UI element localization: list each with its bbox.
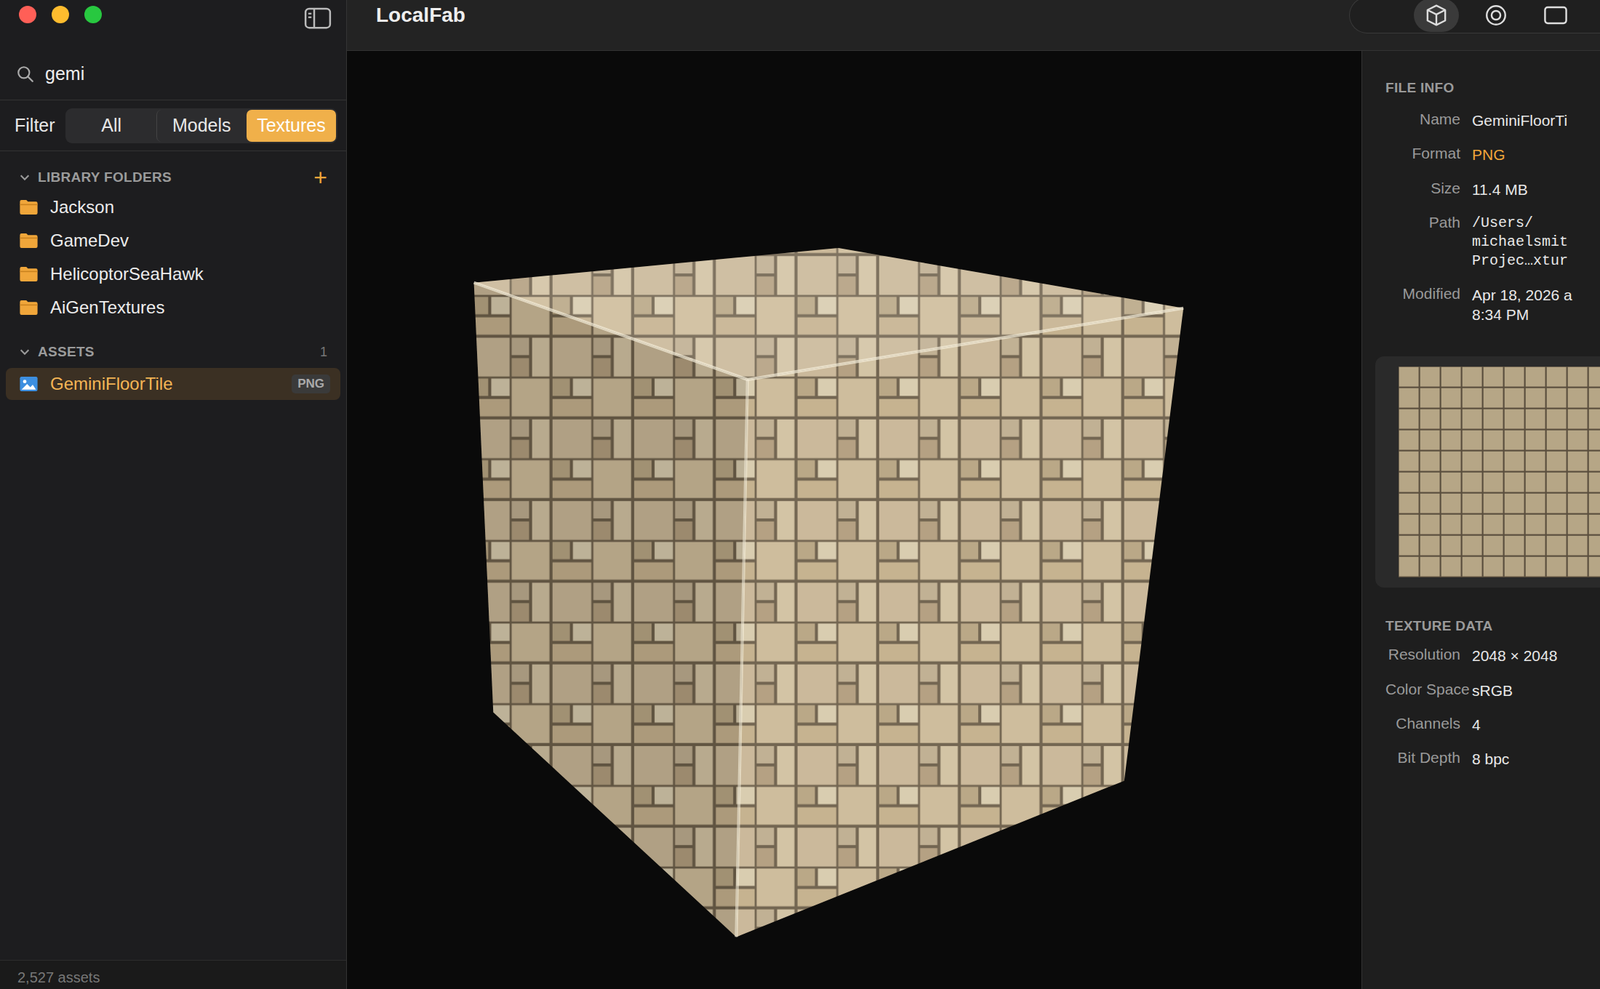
section-title: LIBRARY FOLDERS bbox=[37, 169, 307, 186]
texture-thumbnail bbox=[1375, 356, 1600, 588]
field-label: Size bbox=[1385, 179, 1461, 200]
image-icon bbox=[18, 376, 39, 392]
field-value: GeminiFloorTi bbox=[1472, 110, 1600, 131]
format-badge: PNG bbox=[291, 374, 331, 394]
field-label: Bit Depth bbox=[1385, 749, 1461, 769]
chevron-icon bbox=[18, 346, 31, 358]
sidebar-toggle-icon[interactable] bbox=[304, 7, 332, 30]
field-label: Path bbox=[1385, 213, 1461, 271]
filter-option[interactable]: Textures bbox=[246, 109, 336, 142]
content-body: FILE INFO Name GeminiFloorTi Format PNG Size 1… bbox=[346, 50, 1600, 989]
filter-bar: Filter AllModelsTextures bbox=[0, 100, 347, 152]
minimize-button[interactable] bbox=[51, 5, 70, 24]
sidebar-header bbox=[0, 0, 347, 48]
app-window: gemi Filter AllModelsTextures LIBRARY FOLDE… bbox=[0, 0, 1600, 989]
field-value: 11.4 MB bbox=[1472, 179, 1600, 200]
folder-name: HelicoptorSeaHawk bbox=[50, 264, 204, 285]
texture-data-title: TEXTURE DATA bbox=[1385, 618, 1600, 635]
folder-item[interactable]: Jackson bbox=[0, 190, 347, 224]
folder-item[interactable]: GameDev bbox=[0, 224, 347, 258]
field-value: Apr 18, 2026 a8:34 PM bbox=[1472, 285, 1600, 326]
folder-icon bbox=[18, 232, 39, 249]
sidebar: gemi Filter AllModelsTextures LIBRARY FOLDE… bbox=[0, 0, 347, 989]
field-label: Modified bbox=[1385, 285, 1461, 326]
field-label: Name bbox=[1385, 110, 1461, 131]
field-label: Format bbox=[1385, 144, 1461, 165]
asset-total: 2,527 assets bbox=[17, 969, 100, 987]
zoom-button[interactable] bbox=[84, 5, 102, 24]
field-label: Resolution bbox=[1385, 645, 1461, 666]
folder-item[interactable]: AiGenTextures bbox=[0, 290, 347, 325]
texture-data-list: Resolution 2048 × 2048 Color Space sRGB Chan… bbox=[1385, 645, 1600, 769]
search-value: gemi bbox=[45, 63, 85, 85]
window-controls bbox=[18, 5, 102, 24]
sphere-view-button[interactable] bbox=[1473, 0, 1519, 32]
field-label: Channels bbox=[1385, 714, 1461, 735]
window-title: LocalFab bbox=[376, 3, 466, 27]
plane-icon bbox=[1543, 2, 1568, 28]
field-value: 2048 × 2048 bbox=[1472, 645, 1600, 666]
filter-label: Filter bbox=[14, 114, 56, 136]
thumbnail-image bbox=[1398, 366, 1600, 578]
sphere-icon bbox=[1483, 2, 1509, 28]
library-folders-header[interactable]: LIBRARY FOLDERS + bbox=[0, 151, 347, 191]
file-info-title: FILE INFO bbox=[1385, 80, 1600, 96]
field-value: PNG bbox=[1472, 144, 1600, 165]
filter-option[interactable]: Models bbox=[156, 109, 247, 142]
section-title: ASSETS bbox=[37, 344, 313, 360]
asset-name: GeminiFloorTile bbox=[50, 373, 280, 395]
folder-icon bbox=[18, 199, 39, 216]
3d-viewport[interactable] bbox=[346, 50, 1362, 989]
folder-icon bbox=[18, 299, 39, 316]
folder-item[interactable]: HelicoptorSeaHawk bbox=[0, 257, 347, 291]
field-value: 4 bbox=[1472, 714, 1600, 735]
inspector-panel: FILE INFO Name GeminiFloorTi Format PNG Size 1… bbox=[1361, 50, 1600, 989]
texture-cube-preview[interactable] bbox=[346, 50, 1362, 989]
folder-name: AiGenTextures bbox=[50, 297, 165, 318]
folder-name: GameDev bbox=[50, 230, 129, 251]
magnifier-icon bbox=[16, 64, 35, 84]
chevron-icon bbox=[18, 171, 31, 184]
toolbar: LocalFab bbox=[346, 0, 1600, 51]
plane-view-button[interactable] bbox=[1533, 0, 1579, 32]
assets-header[interactable]: ASSETS 1 bbox=[0, 324, 347, 366]
folder-icon bbox=[18, 266, 39, 283]
content-area: LocalFab FILE INFO Name GeminiFloorTi Format… bbox=[346, 0, 1600, 989]
add-folder-button[interactable]: + bbox=[313, 165, 328, 190]
file-info-list: Name GeminiFloorTi Format PNG Size 11.4 MB Pat… bbox=[1385, 110, 1600, 325]
field-label: Color Space bbox=[1385, 680, 1461, 701]
close-button[interactable] bbox=[18, 5, 37, 24]
view-mode-switcher bbox=[1349, 0, 1600, 34]
field-value: 8 bpc bbox=[1472, 749, 1600, 769]
cube-icon bbox=[1424, 2, 1449, 28]
status-bar: 2,527 assets bbox=[0, 960, 347, 989]
asset-item[interactable]: GeminiFloorTile PNG bbox=[5, 368, 341, 400]
field-value: sRGB bbox=[1472, 680, 1600, 701]
filter-segmented-control: AllModelsTextures bbox=[65, 108, 338, 144]
field-value: /Users/michaelsmitProjec…xtur bbox=[1472, 213, 1600, 271]
cube-view-button[interactable] bbox=[1413, 0, 1459, 32]
filter-option[interactable]: All bbox=[66, 109, 157, 142]
assets-count: 1 bbox=[320, 344, 328, 360]
folder-name: Jackson bbox=[50, 197, 115, 218]
search-field[interactable]: gemi bbox=[0, 48, 347, 101]
